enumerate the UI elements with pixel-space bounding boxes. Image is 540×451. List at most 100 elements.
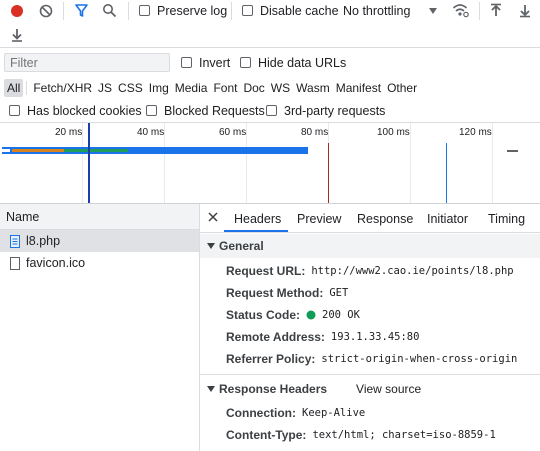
finish-marker bbox=[446, 143, 447, 203]
status-ok-icon bbox=[306, 310, 316, 320]
preserve-log-label: Preserve log bbox=[157, 4, 228, 18]
active-tab-indicator bbox=[224, 230, 288, 232]
disable-cache-checkbox[interactable] bbox=[242, 5, 253, 16]
type-filter-fetch-xhr[interactable]: Fetch/XHR bbox=[30, 81, 95, 95]
hide-data-urls-checkbox[interactable] bbox=[240, 57, 251, 68]
status-code-value: 200 OK bbox=[322, 309, 360, 321]
connection-row: Connection: Keep-Alive bbox=[226, 406, 365, 420]
tab-headers[interactable]: Headers bbox=[234, 212, 281, 226]
search-icon[interactable] bbox=[102, 3, 117, 18]
request-method-key: Request Method: bbox=[226, 286, 324, 300]
divider bbox=[0, 47, 540, 48]
network-conditions-icon[interactable] bbox=[452, 3, 469, 18]
timeline-tick: 60 ms bbox=[219, 127, 247, 138]
type-filter-manifest[interactable]: Manifest bbox=[333, 81, 384, 95]
content-type-key: Content-Type: bbox=[226, 428, 307, 442]
request-url-key: Request URL: bbox=[226, 264, 306, 278]
request-row[interactable]: l8.php bbox=[0, 230, 199, 252]
timeline-gridline bbox=[492, 123, 493, 203]
remote-address-key: Remote Address: bbox=[226, 330, 325, 344]
filter-bar: Invert Hide data URLs bbox=[0, 52, 540, 74]
tab-preview[interactable]: Preview bbox=[297, 212, 341, 226]
filter-icon[interactable] bbox=[74, 3, 89, 18]
toolbar-divider bbox=[128, 2, 129, 20]
response-headers-section-header[interactable]: Response Headers View source bbox=[200, 377, 540, 401]
has-blocked-cookies-label: Has blocked cookies bbox=[27, 104, 142, 118]
name-column-header: Name bbox=[6, 209, 40, 224]
content-type-row: Content-Type: text/html; charset=iso-885… bbox=[226, 428, 496, 442]
view-source-link[interactable]: View source bbox=[356, 382, 421, 396]
general-title: General bbox=[219, 239, 264, 253]
type-filter-all[interactable]: All bbox=[4, 79, 24, 97]
content-type-value: text/html; charset=iso-8859-1 bbox=[312, 429, 496, 441]
status-code-row: Status Code: 200 OK bbox=[226, 308, 360, 322]
type-filter-ws[interactable]: WS bbox=[268, 81, 293, 95]
general-section-header[interactable]: General bbox=[200, 234, 540, 258]
type-filter-css[interactable]: CSS bbox=[115, 81, 146, 95]
chevron-down-icon[interactable] bbox=[428, 6, 438, 16]
request-url-value: http://www2.cao.ie/points/l8.php bbox=[311, 265, 514, 277]
referrer-policy-value: strict-origin-when-cross-origin bbox=[321, 353, 518, 365]
timeline-tick: 40 ms bbox=[137, 127, 165, 138]
tab-initiator[interactable]: Initiator bbox=[427, 212, 468, 226]
blocked-requests-checkbox[interactable] bbox=[146, 105, 157, 116]
dom-content-loaded-marker bbox=[88, 123, 90, 203]
blocked-filter-bar: Has blocked cookies Blocked Requests 3rd… bbox=[0, 100, 540, 122]
request-row[interactable]: favicon.ico bbox=[0, 252, 199, 274]
type-filter-bar: All Fetch/XHR JS CSS Img Media Font Doc … bbox=[4, 78, 420, 98]
type-filter-font[interactable]: Font bbox=[210, 81, 240, 95]
type-filter-divider bbox=[26, 81, 28, 95]
import-har-icon[interactable] bbox=[489, 3, 503, 18]
clear-icon[interactable] bbox=[39, 4, 53, 18]
request-method-row: Request Method: GET bbox=[226, 286, 348, 300]
timeline-bar-receive bbox=[64, 149, 128, 152]
type-filter-doc[interactable]: Doc bbox=[240, 81, 267, 95]
document-icon bbox=[10, 234, 20, 248]
triangle-down-icon bbox=[207, 385, 215, 393]
status-code-key: Status Code: bbox=[226, 308, 301, 322]
connection-key: Connection: bbox=[226, 406, 296, 420]
type-filter-wasm[interactable]: Wasm bbox=[293, 81, 333, 95]
filter-input[interactable] bbox=[4, 53, 170, 72]
request-url-row: Request URL: http://www2.cao.ie/points/l… bbox=[226, 264, 514, 278]
referrer-policy-row: Referrer Policy: strict-origin-when-cros… bbox=[226, 352, 517, 366]
blocked-requests-label: Blocked Requests bbox=[164, 104, 265, 118]
remote-address-row: Remote Address: 193.1.33.45:80 bbox=[226, 330, 419, 344]
type-filter-other[interactable]: Other bbox=[384, 81, 420, 95]
request-list-header[interactable]: Name bbox=[0, 204, 199, 230]
timeline-collapse-icon[interactable] bbox=[507, 150, 518, 152]
remote-address-value: 193.1.33.45:80 bbox=[330, 331, 420, 343]
tab-response[interactable]: Response bbox=[357, 212, 413, 226]
throttling-select[interactable]: No throttling bbox=[343, 4, 410, 18]
load-event-marker bbox=[328, 143, 329, 203]
timeline-overview[interactable]: 20 ms 40 ms 60 ms 80 ms 100 ms 120 ms bbox=[0, 123, 540, 203]
export-har-icon[interactable] bbox=[518, 3, 532, 18]
response-headers-title: Response Headers bbox=[219, 382, 328, 396]
referrer-policy-key: Referrer Policy: bbox=[226, 352, 316, 366]
hide-data-urls-label: Hide data URLs bbox=[258, 56, 347, 70]
type-filter-js[interactable]: JS bbox=[95, 81, 115, 95]
type-filter-media[interactable]: Media bbox=[172, 81, 211, 95]
timeline-bar-secondary bbox=[2, 149, 10, 152]
invert-checkbox[interactable] bbox=[181, 57, 192, 68]
has-blocked-cookies-checkbox[interactable] bbox=[9, 105, 20, 116]
main-toolbar: Preserve log Disable cache No throttling bbox=[0, 0, 540, 22]
preserve-log-checkbox[interactable] bbox=[139, 5, 150, 16]
record-icon[interactable] bbox=[10, 4, 24, 18]
timeline-tick: 80 ms bbox=[301, 127, 329, 138]
request-list: Name l8.php favicon.ico bbox=[0, 204, 200, 451]
third-party-checkbox[interactable] bbox=[266, 105, 277, 116]
detail-tabbar: Headers Preview Response Initiator Timin… bbox=[200, 204, 540, 233]
download-icon[interactable] bbox=[10, 28, 24, 43]
timeline-gridline bbox=[410, 123, 411, 203]
type-filter-img[interactable]: Img bbox=[146, 81, 172, 95]
divider bbox=[200, 374, 540, 375]
toolbar-divider bbox=[63, 2, 64, 20]
timeline-bar-waiting bbox=[12, 149, 64, 152]
file-icon bbox=[10, 256, 20, 270]
timeline-tick: 120 ms bbox=[459, 127, 492, 138]
close-icon[interactable] bbox=[208, 212, 218, 222]
triangle-down-icon bbox=[207, 242, 215, 250]
request-method-value: GET bbox=[329, 287, 349, 299]
tab-timing[interactable]: Timing bbox=[488, 212, 525, 226]
